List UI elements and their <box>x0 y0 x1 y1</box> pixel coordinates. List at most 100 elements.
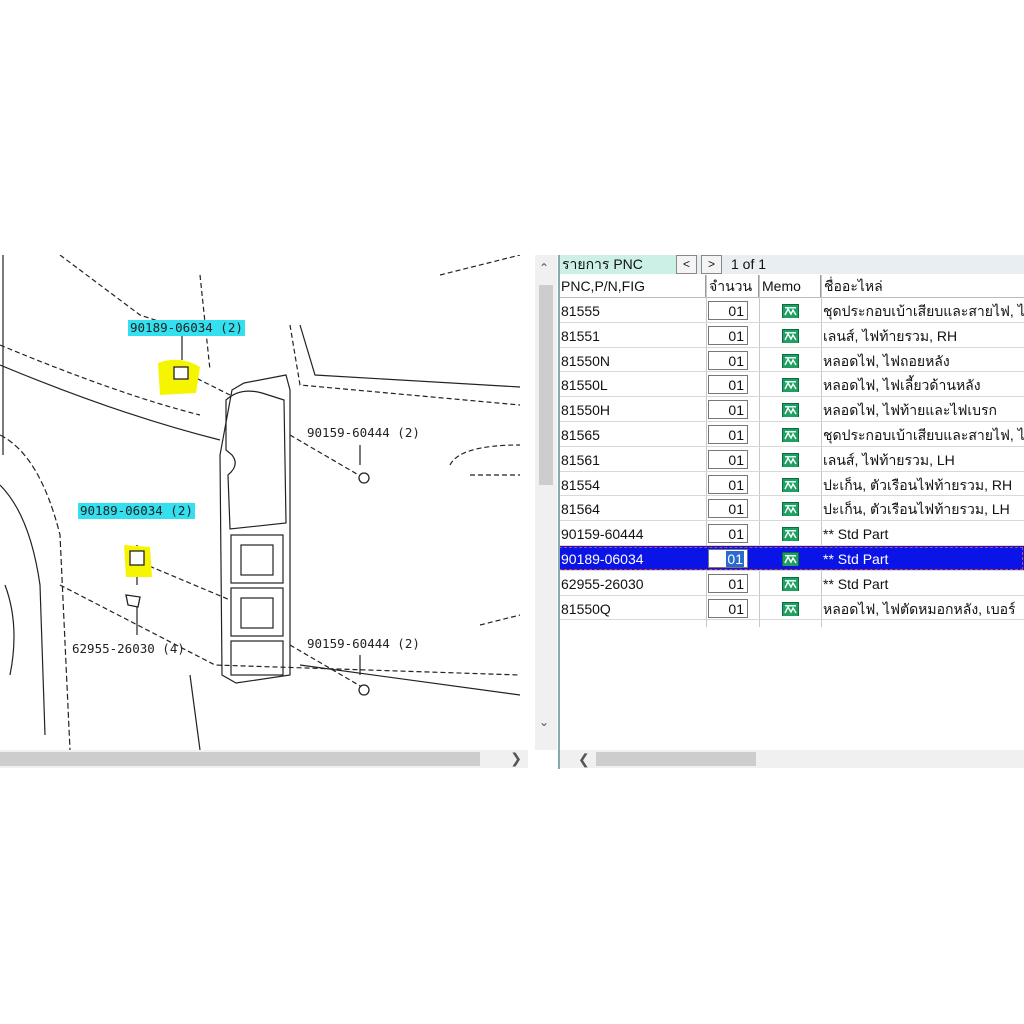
pnc-list-panel: รายการ PNC < > 1 of 1 PNC,P/N,FIG จำนวน … <box>558 255 1024 769</box>
pnc-cell: 81550N <box>561 352 611 369</box>
qty-input[interactable]: 01 <box>708 350 748 370</box>
table-row[interactable]: 81565 01 ชุดประกอบเบ้าเสียบและสายไฟ, ไ <box>558 422 1024 447</box>
vertical-scroll-thumb[interactable] <box>539 285 553 485</box>
qty-value: 01 <box>728 377 744 394</box>
part-name-cell: ชุดประกอบเบ้าเสียบและสายไฟ, ไ <box>823 303 1024 319</box>
table-row[interactable]: 81551 01 เลนส์, ไฟท้ายรวม, RH <box>558 323 1024 348</box>
qty-value: 01 <box>728 575 744 592</box>
memo-icon[interactable] <box>782 550 799 566</box>
memo-icon[interactable] <box>782 426 799 442</box>
qty-input[interactable]: 01 <box>708 598 748 618</box>
panel-divider <box>558 255 560 769</box>
qty-value: 01 <box>728 526 744 543</box>
callout-90159-60444-bottom: 90159-60444 (2) <box>307 636 420 651</box>
table-row[interactable]: 62955-26030 01 ** Std Part <box>558 571 1024 596</box>
qty-value: 01 <box>728 451 744 468</box>
qty-input[interactable]: 01 <box>708 449 748 469</box>
table-row[interactable]: 81554 01 ปะเก็น, ตัวเรือนไฟท้ายรวม, RH <box>558 472 1024 497</box>
table-header: PNC,P/N,FIG จำนวน Memo ชื่ออะไหล่ <box>558 275 1024 298</box>
pnc-cell: 81550Q <box>561 600 611 617</box>
table-horizontal-scrollbar[interactable]: ❮ <box>558 750 1024 768</box>
callout-90189-06034-top: 90189-06034 (2) <box>128 320 245 336</box>
list-title: รายการ PNC <box>560 255 676 274</box>
qty-input[interactable]: 01 <box>708 301 748 320</box>
pnc-cell: 90159-60444 <box>561 526 644 543</box>
table-row[interactable]: 81555 01 ชุดประกอบเบ้าเสียบและสายไฟ, ไ <box>558 298 1024 323</box>
qty-value: 01 <box>728 327 744 344</box>
qty-value: 01 <box>726 550 744 567</box>
qty-input[interactable]: 01 <box>708 325 748 345</box>
qty-value: 01 <box>728 352 744 369</box>
memo-icon[interactable] <box>782 352 799 368</box>
pnc-cell: 81555 <box>561 303 600 319</box>
qty-value: 01 <box>728 501 744 518</box>
part-name-cell: ** Std Part <box>823 550 889 567</box>
column-header-memo[interactable]: Memo <box>759 275 821 297</box>
chevron-left-icon[interactable]: ❮ <box>578 750 590 768</box>
qty-value: 01 <box>728 426 744 443</box>
parts-diagram-panel: 90189-06034 (2) 90159-60444 (2) 90189-06… <box>0 255 528 769</box>
callout-62955-26030: 62955-26030 (4) <box>72 641 185 656</box>
memo-icon[interactable] <box>782 600 799 616</box>
diagram-horizontal-scrollbar[interactable]: ❯ <box>0 750 528 768</box>
qty-input[interactable]: 01 <box>708 400 748 420</box>
table-row[interactable]: 81564 01 ปะเก็น, ตัวเรือนไฟท้ายรวม, LH <box>558 496 1024 522</box>
qty-input[interactable]: 01 <box>708 474 748 494</box>
chevron-down-icon[interactable]: ⌄ <box>539 715 549 729</box>
pnc-cell: 81554 <box>561 476 600 493</box>
pnc-cell: 81550H <box>561 402 611 419</box>
table-row[interactable]: 81561 01 เลนส์, ไฟท้ายรวม, LH <box>558 447 1024 472</box>
memo-icon[interactable] <box>782 376 799 393</box>
memo-icon[interactable] <box>782 500 799 517</box>
qty-value: 01 <box>728 402 744 419</box>
pnc-cell: 81564 <box>561 501 600 518</box>
part-name-cell: หลอดไฟ, ไฟเลี้ยวด้านหลัง <box>823 377 981 394</box>
qty-input[interactable]: 01 <box>708 573 748 593</box>
memo-icon[interactable] <box>782 575 799 591</box>
part-name-cell: ชุดประกอบเบ้าเสียบและสายไฟ, ไ <box>823 426 1024 443</box>
table-row[interactable]: 90159-60444 01 ** Std Part <box>558 521 1024 546</box>
qty-input[interactable]: 01 <box>708 548 748 568</box>
part-name-cell: ** Std Part <box>823 526 889 543</box>
memo-icon[interactable] <box>782 401 799 418</box>
table-row[interactable]: 81550N 01 หลอดไฟ, ไฟถอยหลัง <box>558 348 1024 373</box>
memo-icon[interactable] <box>782 451 799 467</box>
pnc-cell: 81551 <box>561 327 600 344</box>
list-toolbar: รายการ PNC < > 1 of 1 <box>558 255 1024 274</box>
memo-icon[interactable] <box>782 476 799 492</box>
qty-input[interactable]: 01 <box>708 424 748 444</box>
part-name-cell: เลนส์, ไฟท้ายรวม, LH <box>823 451 955 468</box>
qty-input[interactable]: 01 <box>708 499 748 519</box>
part-name-cell: ปะเก็น, ตัวเรือนไฟท้ายรวม, LH <box>823 501 1010 518</box>
diagram-scroll-thumb[interactable] <box>0 752 480 766</box>
prev-page-button[interactable]: < <box>676 255 697 274</box>
next-page-button[interactable]: > <box>701 255 722 274</box>
pnc-cell: 81550L <box>561 377 608 394</box>
qty-value: 01 <box>728 600 744 617</box>
pnc-cell: 62955-26030 <box>561 575 644 592</box>
pnc-cell: 90189-06034 <box>561 550 644 567</box>
column-header-part-name[interactable]: ชื่ออะไหล่ <box>821 275 1024 297</box>
table-scroll-thumb[interactable] <box>596 752 756 766</box>
pnc-cell: 81565 <box>561 426 600 443</box>
pnc-cell: 81561 <box>561 451 600 468</box>
qty-input[interactable]: 01 <box>708 524 748 544</box>
chevron-up-icon[interactable]: ⌃ <box>539 261 549 275</box>
table-row[interactable]: 81550Q 01 หลอดไฟ, ไฟตัดหมอกหลัง, เบอร์ <box>558 596 1024 621</box>
table-row[interactable]: 81550L 01 หลอดไฟ, ไฟเลี้ยวด้านหลัง <box>558 372 1024 398</box>
part-name-cell: ปะเก็น, ตัวเรือนไฟท้ายรวม, RH <box>823 476 1013 493</box>
qty-input[interactable]: 01 <box>708 375 748 395</box>
part-name-cell: หลอดไฟ, ไฟถอยหลัง <box>823 352 950 369</box>
column-header-qty[interactable]: จำนวน <box>706 275 759 297</box>
table-row[interactable]: 90189-06034 01 ** Std Part <box>558 545 1024 571</box>
column-header-pnc[interactable]: PNC,P/N,FIG <box>558 275 706 297</box>
table-vertical-scrollbar[interactable]: ⌃ ⌄ <box>535 255 557 750</box>
memo-icon[interactable] <box>782 327 799 343</box>
callout-90159-60444-top: 90159-60444 (2) <box>307 425 420 440</box>
memo-icon[interactable] <box>782 525 799 542</box>
part-name-cell: หลอดไฟ, ไฟท้ายและไฟเบรก <box>823 402 998 419</box>
memo-icon[interactable] <box>782 302 799 318</box>
chevron-right-icon[interactable]: ❯ <box>510 750 522 768</box>
table-row[interactable]: 81550H 01 หลอดไฟ, ไฟท้ายและไฟเบรก <box>558 397 1024 422</box>
part-name-cell: ** Std Part <box>823 575 889 592</box>
